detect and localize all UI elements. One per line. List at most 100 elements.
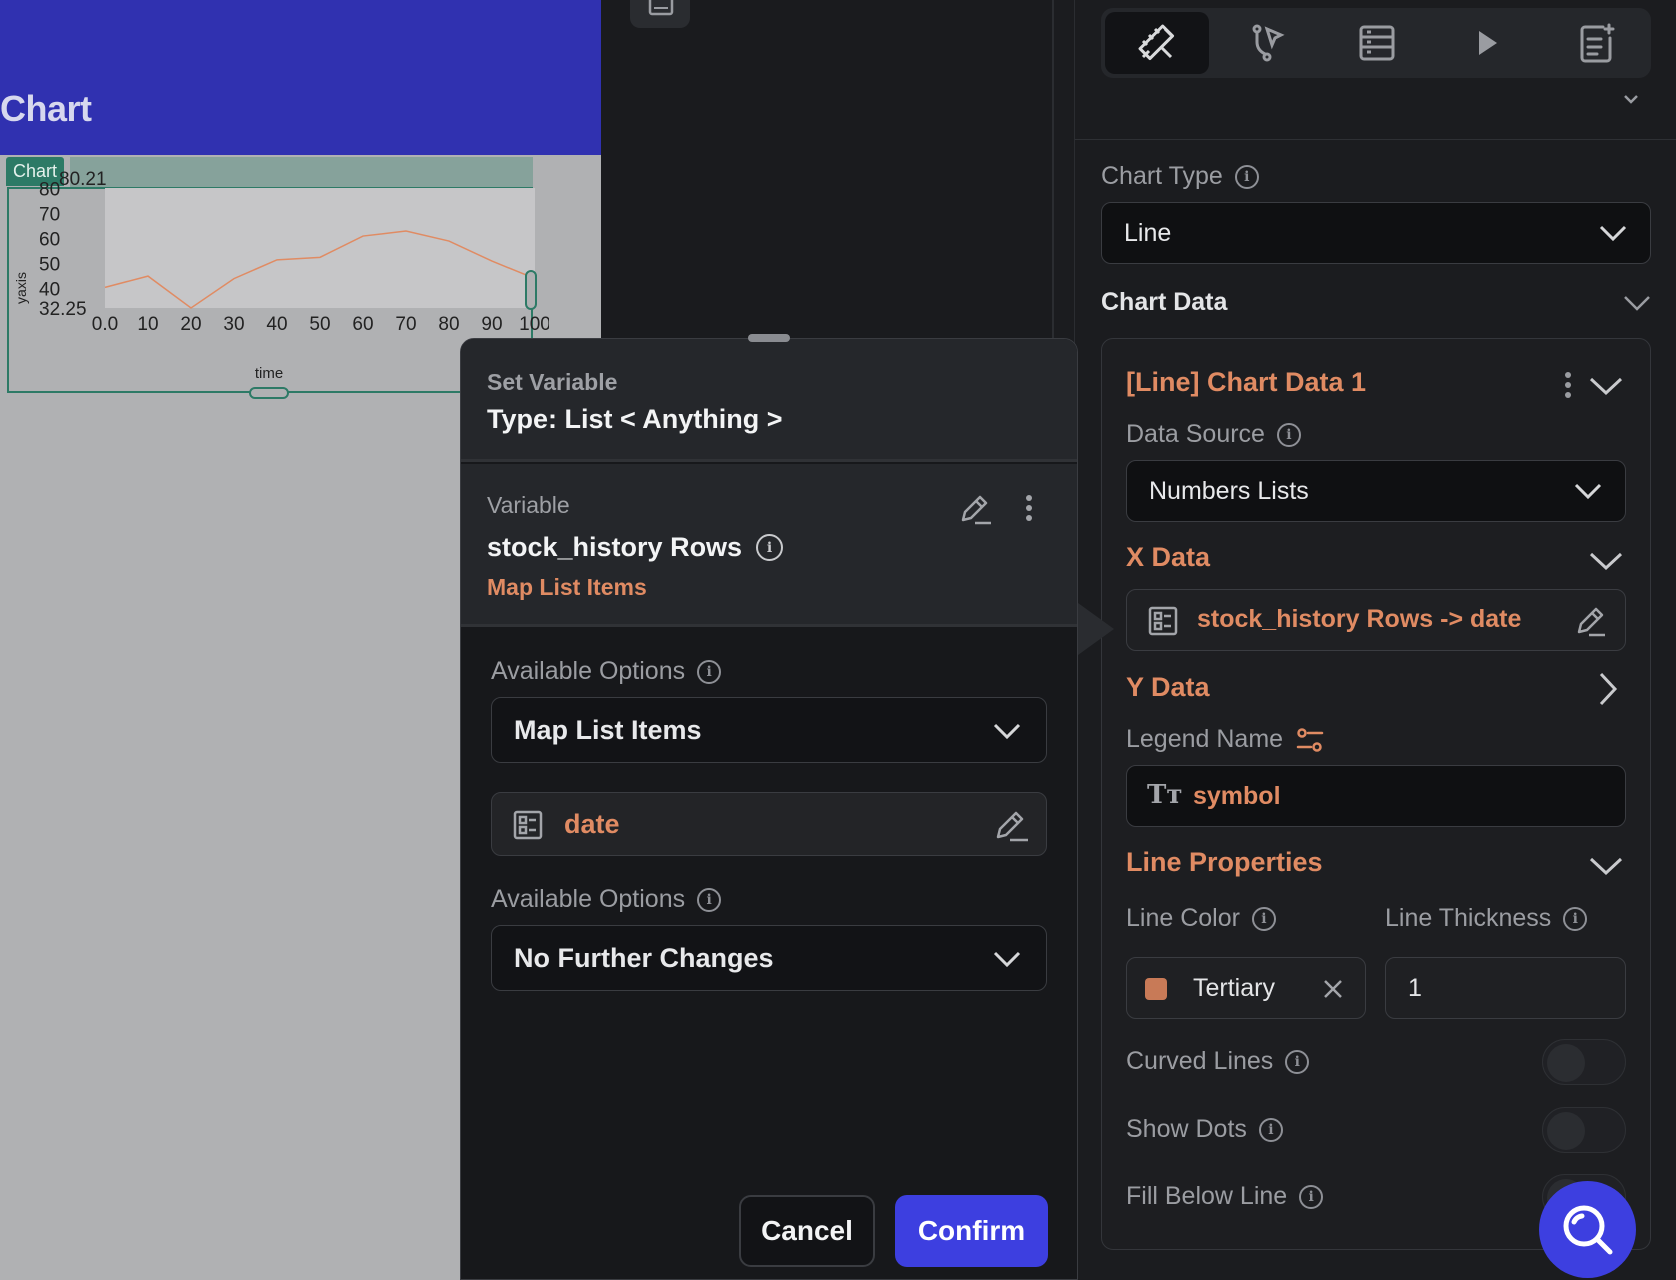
variable-name: stock_history Rows [487,532,743,562]
info-icon[interactable]: i [1285,1049,1310,1074]
x-data-header: X Data [1126,542,1211,572]
cancel-button[interactable]: Cancel [739,1195,875,1267]
map-item-field[interactable]: date [491,792,1047,856]
info-icon[interactable]: i [1299,1184,1324,1209]
preview-button[interactable] [630,0,690,28]
chevron-down-icon[interactable] [1588,376,1624,396]
chevron-down-icon[interactable] [1623,295,1651,311]
tab-notes[interactable] [1545,12,1649,74]
info-icon[interactable]: i [697,887,722,912]
close-icon[interactable] [1322,978,1344,1000]
toggle-knob [1547,1044,1585,1082]
data-source-label-text: Data Source [1126,420,1265,448]
info-icon[interactable]: i [1251,906,1276,931]
dialog-drag-handle[interactable] [748,334,790,342]
x-data-field[interactable]: stock_history Rows -> date [1126,589,1626,651]
chart-data-header: Chart Data [1101,288,1228,316]
variable-toggle-icon[interactable] [1295,726,1325,754]
more-vertical-icon[interactable] [1562,371,1574,399]
info-icon[interactable]: i [1234,164,1259,189]
confirm-button[interactable]: Confirm [895,1195,1048,1267]
further-changes-value: No Further Changes [514,942,774,973]
widget-properties-icon [1138,24,1175,61]
chevron-down-icon[interactable] [1588,551,1624,571]
y-tick-label: 50 [39,255,60,276]
info-icon[interactable]: i [1276,422,1301,447]
tab-widget-properties[interactable] [1105,12,1209,74]
info-icon[interactable]: i [756,534,784,561]
further-changes-dropdown[interactable]: No Further Changes [491,925,1047,991]
available-options-label-text: Available Options [491,657,686,685]
show-dots-toggle[interactable] [1542,1107,1626,1153]
chart-resize-handle-bottom[interactable] [249,387,289,399]
info-icon[interactable]: i [1258,1117,1283,1142]
info-icon[interactable]: i [1563,906,1588,931]
edit-icon[interactable] [1573,604,1607,638]
x-tick-label: 20 [180,314,201,335]
chevron-right-icon[interactable] [1598,671,1618,707]
variable-action[interactable]: Map List Items [487,574,647,601]
legend-name-label-text: Legend Name [1126,725,1284,753]
available-options-dropdown[interactable]: Map List Items [491,697,1047,763]
chart-resize-handle-right[interactable] [525,270,537,310]
line-color-label-text: Line Color [1126,904,1240,932]
legend-name-label: Legend Name [1126,725,1325,754]
y-tick-label: 80 [39,180,60,201]
panel-toolbar [1101,8,1651,78]
edit-icon[interactable] [959,492,993,526]
tab-actions[interactable] [1215,12,1319,74]
chart-type-dropdown[interactable]: Line [1101,202,1651,264]
app-bar-title: Chart [0,88,92,129]
variable-name-row: stock_history Rows i [487,532,784,563]
available-options-label: Available Options i [491,657,722,686]
show-dots-label-text: Show Dots [1126,1115,1247,1143]
list-item-icon [1148,606,1178,636]
backend-query-icon [1359,25,1395,61]
list-item-icon [513,810,543,840]
curved-lines-label-text: Curved Lines [1126,1047,1274,1075]
available-options-label-text: Available Options [491,885,686,913]
chart-type-label-text: Chart Type [1101,162,1223,190]
dialog-header: Set Variable Type: List < Anything > [461,339,1077,462]
editor-divider [1052,0,1054,340]
data-source-label: Data Source i [1126,420,1301,449]
fill-below-line-label: Fill Below Line i [1126,1182,1324,1211]
chevron-down-icon [1574,483,1602,500]
play-icon [1479,31,1497,55]
x-tick-label: 100 [519,314,549,335]
plot-area [105,188,535,308]
line-thickness-label-text: Line Thickness [1385,904,1552,932]
chart-type-value: Line [1124,218,1172,247]
curved-lines-toggle[interactable] [1542,1039,1626,1085]
tab-backend-query[interactable] [1325,12,1429,74]
line-properties-header: Line Properties [1126,847,1323,877]
tab-run[interactable] [1435,12,1539,74]
x-tick-label: 80 [438,314,459,335]
info-icon[interactable]: i [697,659,722,684]
y-tick-label: 70 [39,205,60,226]
x-axis-label: time [255,365,283,382]
notes-icon [1580,23,1615,63]
available-options-value: Map List Items [514,714,702,745]
y-tick-label: 80.21 [59,169,107,190]
edit-icon[interactable] [994,807,1030,843]
line-color-field[interactable]: Tertiary [1126,957,1366,1019]
x-tick-label: 70 [395,314,416,335]
line-thickness-label: Line Thickness i [1385,904,1588,933]
x-tick-label: 40 [266,314,287,335]
variable-section: Variable stock_history Rows i Map List I… [461,464,1077,627]
text-type-icon: Tт [1147,780,1183,810]
line-thickness-field[interactable]: 1 [1385,957,1626,1019]
line-thickness-value: 1 [1408,974,1422,1002]
y-tick-label: 60 [39,230,60,251]
collapsed-section-row[interactable] [1075,88,1676,140]
more-vertical-icon[interactable] [1023,494,1035,522]
set-variable-dialog: Set Variable Type: List < Anything > Var… [460,338,1078,1280]
y-axis-label: yaxis [13,272,29,304]
editor-background [601,0,1053,340]
search-fab[interactable] [1539,1181,1636,1278]
chevron-down-icon[interactable] [1588,856,1624,876]
y-tick-label: 32.25 [39,299,87,320]
data-source-dropdown[interactable]: Numbers Lists [1126,460,1626,522]
legend-name-field[interactable]: Tт symbol [1126,765,1626,827]
